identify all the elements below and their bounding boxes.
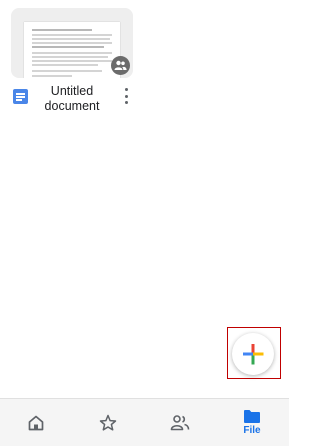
shared-people-icon [170,414,190,430]
nav-home[interactable] [6,399,66,446]
star-icon [99,414,117,431]
bottom-navigation: File [0,398,289,446]
more-vert-icon[interactable] [120,88,132,104]
document-title[interactable]: Untitled document [34,84,110,114]
people-icon [111,56,130,75]
nav-shared[interactable] [150,399,210,446]
home-icon [28,415,44,430]
add-button[interactable] [232,333,274,375]
nav-files-label: File [243,425,261,436]
add-plus-icon [243,344,264,365]
document-preview [24,22,120,78]
nav-starred[interactable] [78,399,138,446]
nav-files[interactable]: File [222,399,282,446]
folder-icon [244,410,260,423]
google-docs-icon [13,89,28,104]
